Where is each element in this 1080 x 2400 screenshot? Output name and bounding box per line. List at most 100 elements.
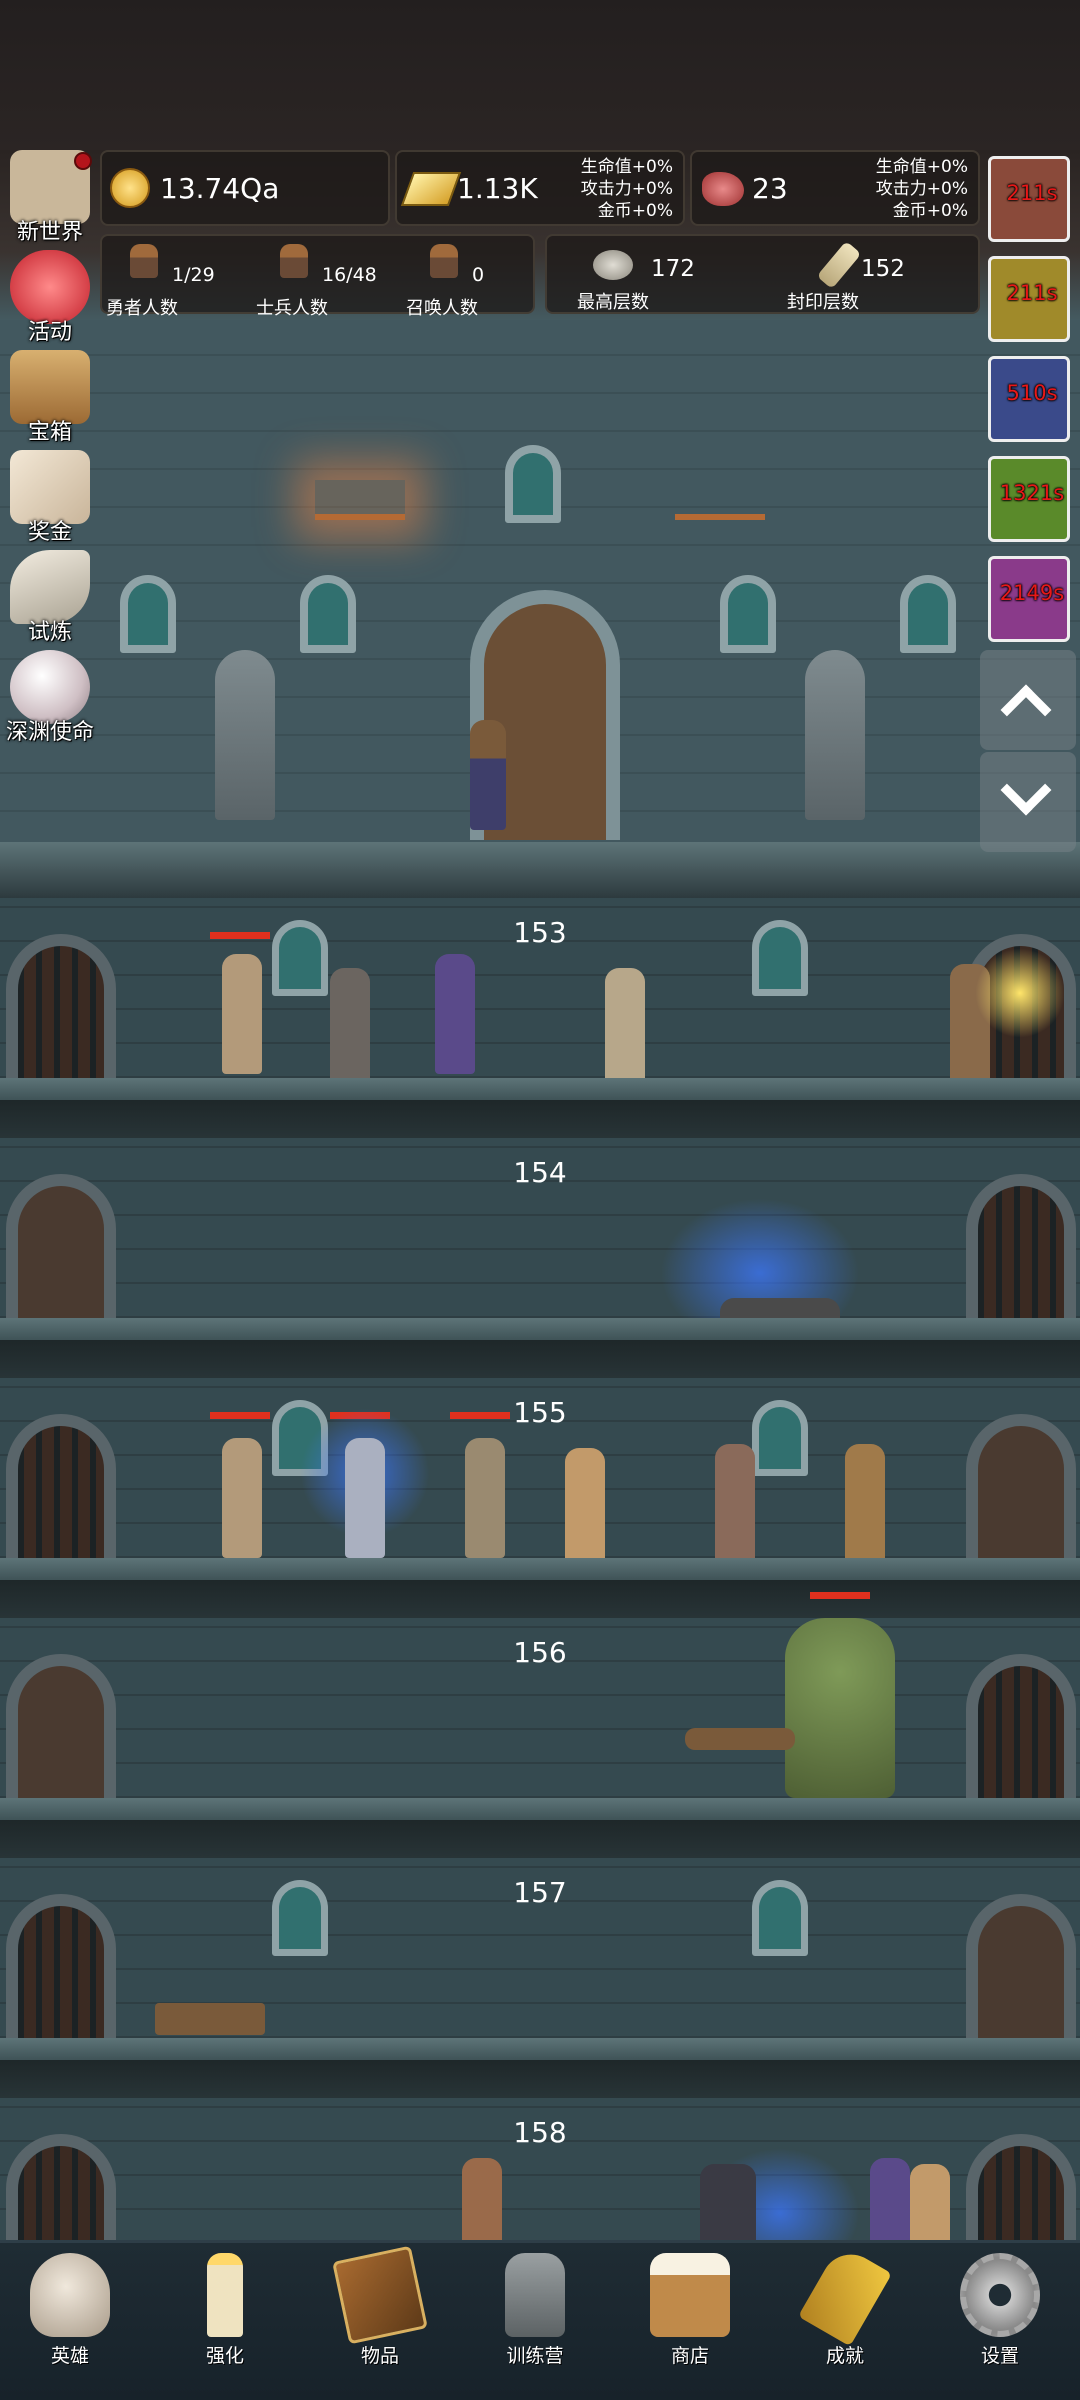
floor-door xyxy=(6,1654,116,1798)
skull-icon xyxy=(30,2253,110,2337)
menu-bonus[interactable]: 奖金 xyxy=(0,450,100,546)
nav-heroes[interactable]: 英雄 xyxy=(0,2243,140,2400)
hero-icon xyxy=(130,244,158,278)
menu-abyss-mission[interactable]: 深渊使命 xyxy=(0,650,100,746)
candle-icon xyxy=(207,2253,243,2337)
buff-timer[interactable]: 2149s xyxy=(988,556,1070,642)
knight-unit[interactable] xyxy=(605,968,645,1088)
hero-unit[interactable] xyxy=(435,954,475,1074)
coins-panel: 13.74Qa xyxy=(100,150,390,226)
floor-156[interactable]: 156 xyxy=(0,1592,1080,1858)
menu-new-world[interactable]: 新世界 xyxy=(0,150,100,246)
lantern-icon xyxy=(505,2253,565,2337)
summon-count: 0 xyxy=(472,264,485,286)
buff-timer[interactable]: 211s xyxy=(988,156,1070,242)
floor-door xyxy=(6,1174,116,1318)
knight-statue xyxy=(805,650,865,820)
nav-shop[interactable]: 商店 xyxy=(620,2243,760,2400)
nav-training-camp[interactable]: 训练营 xyxy=(465,2243,605,2400)
hero-count: 1/29 xyxy=(172,264,215,286)
unit-counts-panel: 1/29 勇者人数 16/48 士兵人数 0 召唤人数 xyxy=(100,234,535,319)
hero-character[interactable] xyxy=(470,720,506,830)
soldier-icon xyxy=(280,244,308,278)
floor-window xyxy=(752,920,808,996)
nav-achievements-label: 成就 xyxy=(825,2345,864,2367)
floor-number: 153 xyxy=(513,916,567,949)
floor-door xyxy=(6,1414,116,1558)
floor-157[interactable]: 157 xyxy=(0,1858,1080,2098)
coin-icon xyxy=(110,168,150,208)
menu-trial-label: 试炼 xyxy=(27,620,72,645)
floor-number: 158 xyxy=(513,2116,567,2149)
skeleton-enemy[interactable] xyxy=(222,954,262,1074)
chevron-down-icon xyxy=(1000,764,1052,816)
summon-count-label: 召唤人数 xyxy=(406,298,478,319)
menu-trial[interactable]: 试炼 xyxy=(0,550,100,646)
floor-door xyxy=(966,1174,1076,1318)
hero-unit[interactable] xyxy=(845,1444,885,1564)
highest-floor-value: 172 xyxy=(651,256,695,282)
enemy-hp-bar xyxy=(210,932,270,939)
skeleton-enemy[interactable] xyxy=(465,1438,505,1558)
wing-icon xyxy=(10,550,90,624)
spell-burst xyxy=(975,948,1065,1038)
gear-icon xyxy=(960,2253,1040,2337)
highest-floor-label: 最高层数 xyxy=(577,292,649,313)
nav-shop-label: 商店 xyxy=(670,2345,709,2367)
floor-door xyxy=(966,1414,1076,1558)
menu-events[interactable]: 活动 xyxy=(0,250,100,346)
floor-155[interactable]: 155 xyxy=(0,1378,1080,1618)
skeleton-mage-enemy[interactable] xyxy=(345,1438,385,1558)
hall-window xyxy=(720,575,776,653)
floor-window xyxy=(272,920,328,996)
gold-bar-icon xyxy=(400,172,462,206)
menu-new-world-label: 新世界 xyxy=(16,220,83,245)
buff-timer[interactable]: 510s xyxy=(988,356,1070,442)
floor-154[interactable]: 154 xyxy=(0,1138,1080,1378)
scroll-down-button[interactable] xyxy=(980,752,1076,852)
gold-panel: 1.13K 生命值+0% 攻击力+0% 金币+0% xyxy=(395,150,685,226)
beer-mug-icon xyxy=(650,2253,730,2337)
hero-unit[interactable] xyxy=(330,968,370,1088)
nav-settings-label: 设置 xyxy=(980,2345,1019,2367)
nav-items[interactable]: 物品 xyxy=(310,2243,450,2400)
summon-icon xyxy=(430,244,458,278)
soldier-count: 16/48 xyxy=(322,264,377,286)
menu-chest[interactable]: 宝箱 xyxy=(0,350,100,446)
floor-door xyxy=(966,1654,1076,1798)
heart-icon xyxy=(10,250,90,324)
soldier-count-label: 士兵人数 xyxy=(256,298,328,319)
gold-value: 1.13K xyxy=(457,172,538,205)
scroll-up-button[interactable] xyxy=(980,650,1076,750)
floor-window xyxy=(752,1880,808,1956)
menu-bonus-label: 奖金 xyxy=(27,520,72,545)
meat-panel: 23 生命值+0% 攻击力+0% 金币+0% xyxy=(690,150,980,226)
bottom-navigation: 英雄 强化 物品 训练营 商店 成就 设置 xyxy=(0,2240,1080,2400)
floor-number: 157 xyxy=(513,1876,567,1909)
lit-chandelier xyxy=(315,480,405,520)
nav-settings[interactable]: 设置 xyxy=(930,2243,1070,2400)
orc-boss-enemy[interactable] xyxy=(785,1618,895,1798)
nav-enhance[interactable]: 强化 xyxy=(155,2243,295,2400)
hero-unit[interactable] xyxy=(715,1444,755,1564)
chest-icon xyxy=(10,350,90,424)
pearl-icon xyxy=(10,650,90,724)
enemy-hp-bar xyxy=(210,1412,270,1419)
scroll-icon xyxy=(816,240,862,290)
top-background xyxy=(0,0,1080,150)
buff-timer[interactable]: 211s xyxy=(988,256,1070,342)
menu-abyss-mission-label: 深渊使命 xyxy=(5,720,94,745)
hero-unit[interactable] xyxy=(565,1448,605,1568)
enemy-hp-bar xyxy=(450,1412,510,1419)
notification-dot xyxy=(74,152,92,170)
nav-achievements[interactable]: 成就 xyxy=(775,2243,915,2400)
nav-enhance-label: 强化 xyxy=(205,2345,244,2367)
skeleton-enemy[interactable] xyxy=(222,1438,262,1558)
nav-heroes-label: 英雄 xyxy=(50,2345,89,2367)
buff-timer[interactable]: 1321s xyxy=(988,456,1070,542)
broken-crate xyxy=(155,2003,265,2035)
floor-153[interactable]: 153 xyxy=(0,898,1080,1138)
floor-window xyxy=(272,1880,328,1956)
menu-events-label: 活动 xyxy=(27,320,72,345)
chevron-up-icon xyxy=(1000,684,1052,736)
